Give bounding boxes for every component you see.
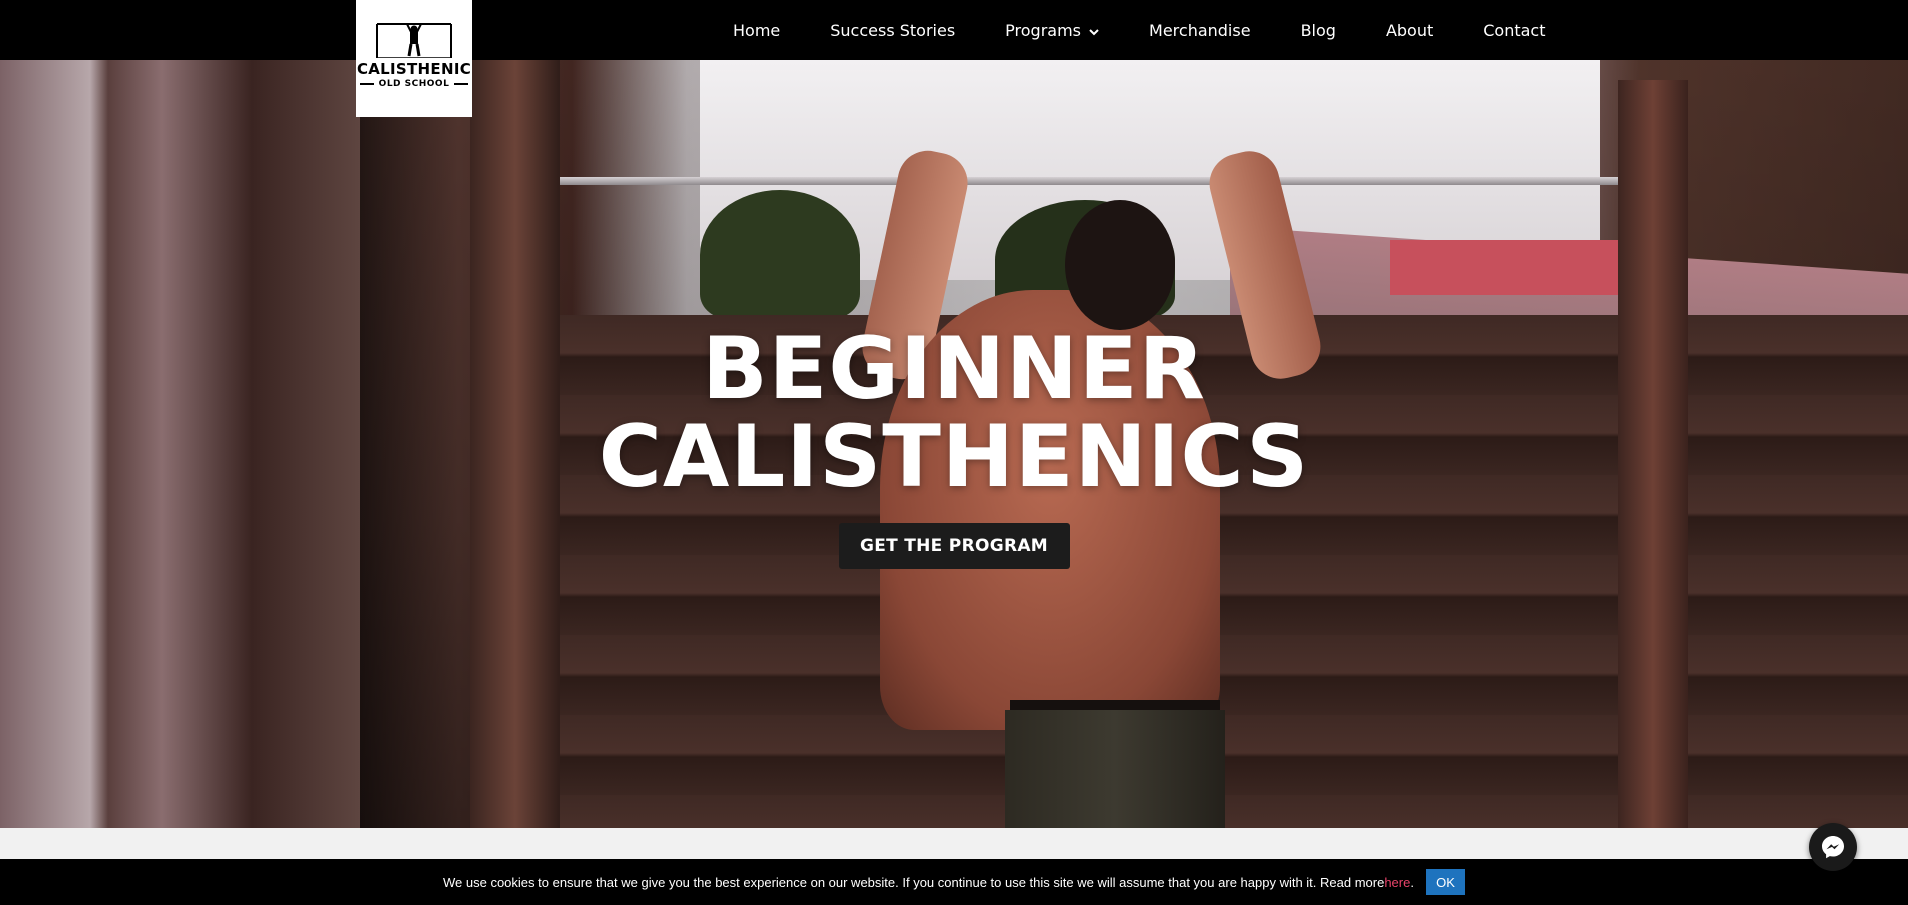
nav-about[interactable]: About <box>1386 21 1433 40</box>
nav-merchandise[interactable]: Merchandise <box>1149 21 1251 40</box>
logo-subtitle-row: OLD SCHOOL <box>359 79 469 89</box>
cookie-text: We use cookies to ensure that we give yo… <box>443 874 1385 890</box>
nav-blog-label: Blog <box>1300 20 1336 40</box>
logo-subtitle: OLD SCHOOL <box>378 79 450 89</box>
nav-merchandise-label: Merchandise <box>1149 20 1251 40</box>
nav-success-stories-label: Success Stories <box>830 20 956 40</box>
nav-home[interactable]: Home <box>733 21 780 40</box>
cookie-notice: We use cookies to ensure that we give yo… <box>0 859 1908 905</box>
cookie-read-more-link[interactable]: here <box>1384 875 1410 890</box>
hero-content: BEGINNER CALISTHENICS GET THE PROGRAM <box>0 60 1908 828</box>
nav-about-label: About <box>1385 20 1434 40</box>
chevron-down-icon <box>1089 21 1099 40</box>
hero-title: BEGINNER CALISTHENICS <box>599 325 1309 501</box>
hero-title-line2: CALISTHENICS <box>598 407 1310 507</box>
section-divider <box>0 828 1908 860</box>
nav-contact-label: Contact <box>1483 20 1546 40</box>
get-the-program-button[interactable]: GET THE PROGRAM <box>838 523 1070 569</box>
nav-programs[interactable]: Programs <box>1005 21 1099 40</box>
nav-blog[interactable]: Blog <box>1301 21 1336 40</box>
main-nav: Home Success Stories Programs Merchandis… <box>733 0 1546 60</box>
site-logo[interactable]: CALISTHENIC OLD SCHOOL <box>356 0 472 117</box>
site-header: Home Success Stories Programs Merchandis… <box>0 0 1908 60</box>
messenger-icon <box>1822 836 1844 859</box>
logo-title: CALISTHENIC <box>356 60 472 78</box>
logo-divider <box>359 83 374 85</box>
cookie-ok-button[interactable]: OK <box>1425 869 1465 895</box>
nav-contact[interactable]: Contact <box>1483 21 1545 40</box>
nav-success-stories[interactable]: Success Stories <box>830 21 955 40</box>
cookie-period: . <box>1410 874 1414 890</box>
nav-programs-label: Programs <box>1005 20 1082 40</box>
pull-up-bar-icon <box>376 23 452 58</box>
messenger-chat-button[interactable] <box>1809 823 1857 871</box>
hero-title-line1: BEGINNER <box>702 319 1206 419</box>
logo-divider <box>454 83 469 85</box>
nav-home-label: Home <box>733 20 781 40</box>
